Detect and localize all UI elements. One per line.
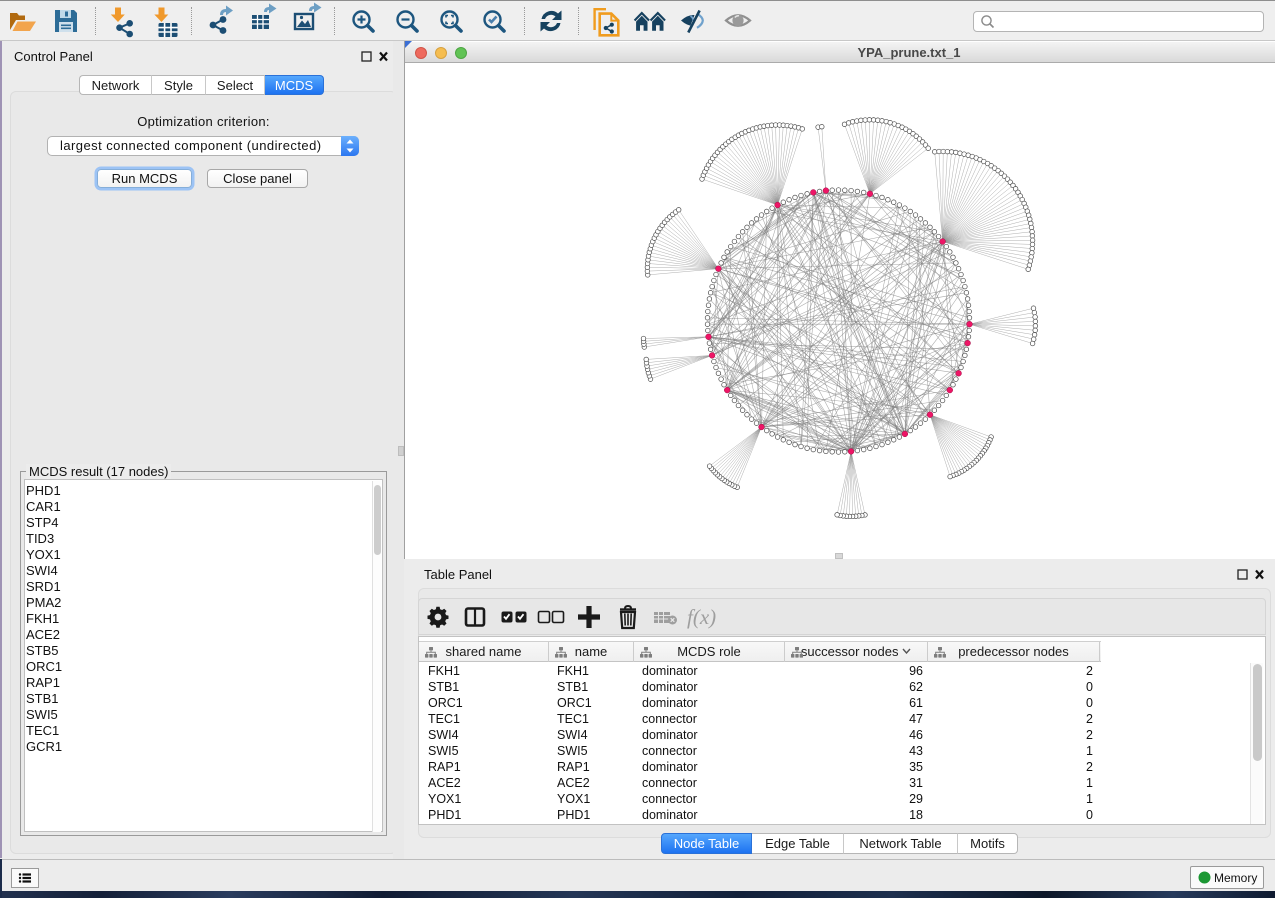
svg-text:f(x): f(x): [687, 605, 716, 629]
